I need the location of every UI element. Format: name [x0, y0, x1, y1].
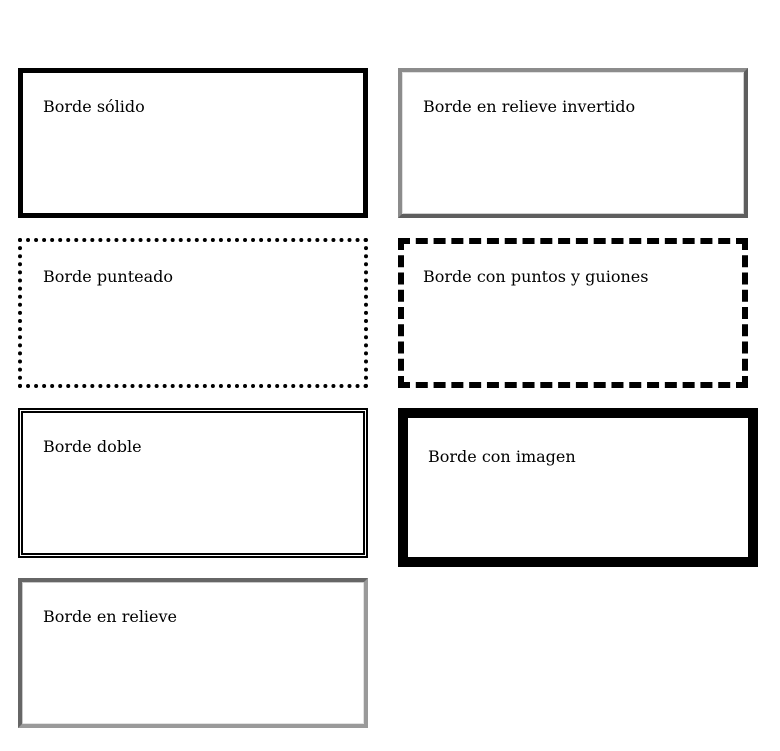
image-border-box: Borde con imagen: [398, 408, 758, 567]
dotted-border-box: Borde punteado: [18, 238, 368, 388]
inset-border-label: Borde en relieve invertido: [423, 97, 636, 116]
inset-border-box: Borde en relieve invertido: [398, 68, 748, 218]
outset-border-box: Borde en relieve: [18, 578, 368, 728]
image-border-label: Borde con imagen: [428, 447, 576, 466]
solid-border-box: Borde sólido: [18, 68, 368, 218]
dashed-border-label: Borde con puntos y guiones: [423, 267, 649, 286]
outset-border-label: Borde en relieve: [43, 607, 178, 626]
double-border-box: Borde doble: [18, 408, 368, 558]
solid-border-label: Borde sólido: [43, 97, 145, 116]
double-border-label: Borde doble: [43, 437, 142, 456]
dotted-border-label: Borde punteado: [43, 267, 173, 286]
dashed-border-box: Borde con puntos y guiones: [398, 238, 748, 388]
